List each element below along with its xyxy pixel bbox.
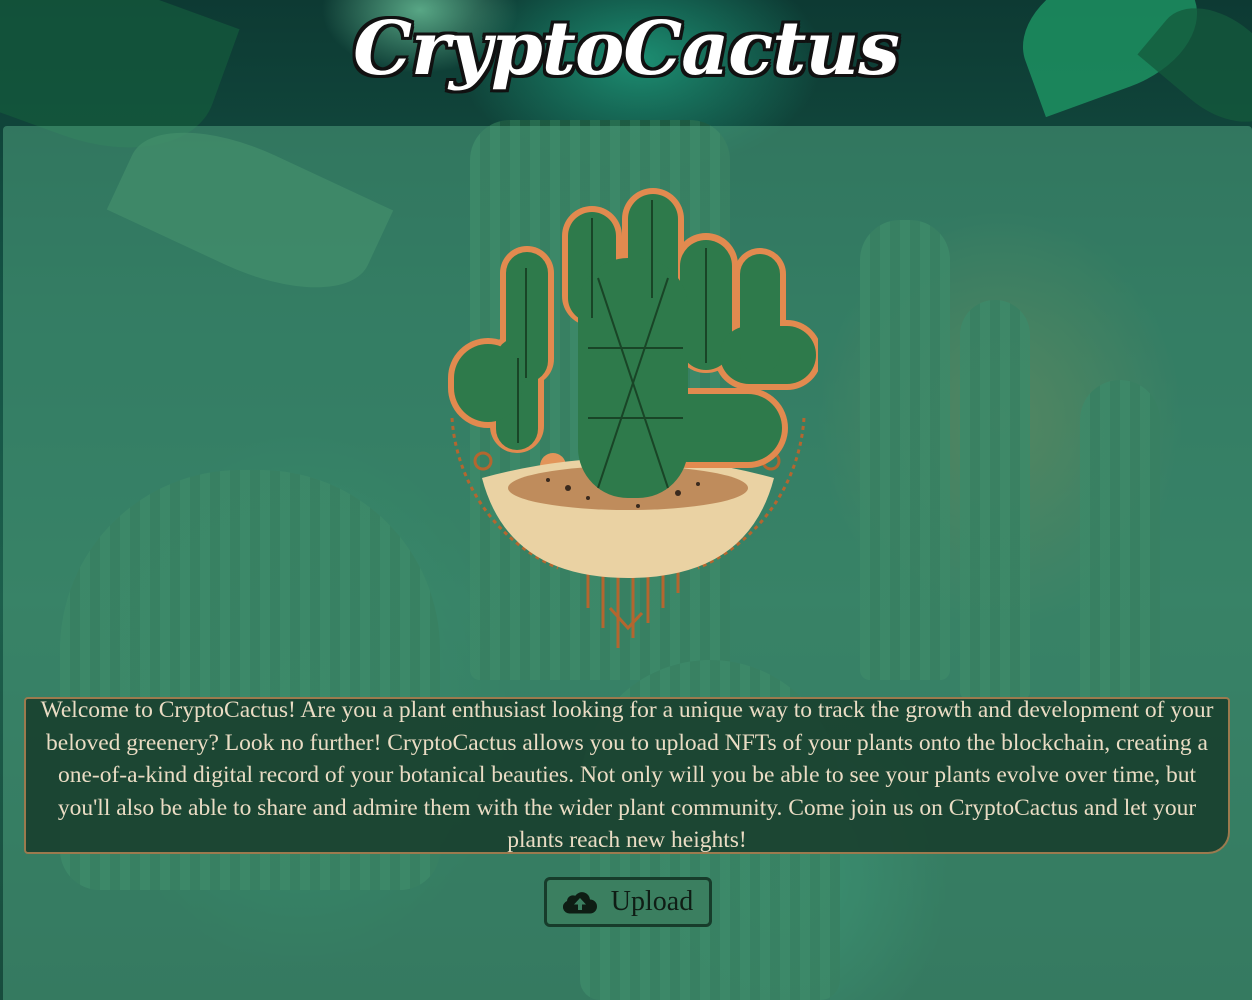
cactus-emblem-icon [438, 188, 822, 658]
header: CryptoCactus [0, 0, 1252, 126]
upload-button[interactable]: Upload [544, 877, 712, 927]
welcome-text: Welcome to CryptoCactus! Are you a plant… [40, 697, 1214, 854]
upload-label: Upload [610, 886, 694, 917]
page: CryptoCactus Welcome to CryptoCactus! Ar… [0, 0, 1252, 1000]
cloud-upload-icon [562, 889, 597, 915]
welcome-box: Welcome to CryptoCactus! Are you a plant… [24, 697, 1230, 854]
site-title: CryptoCactus [353, 6, 900, 92]
